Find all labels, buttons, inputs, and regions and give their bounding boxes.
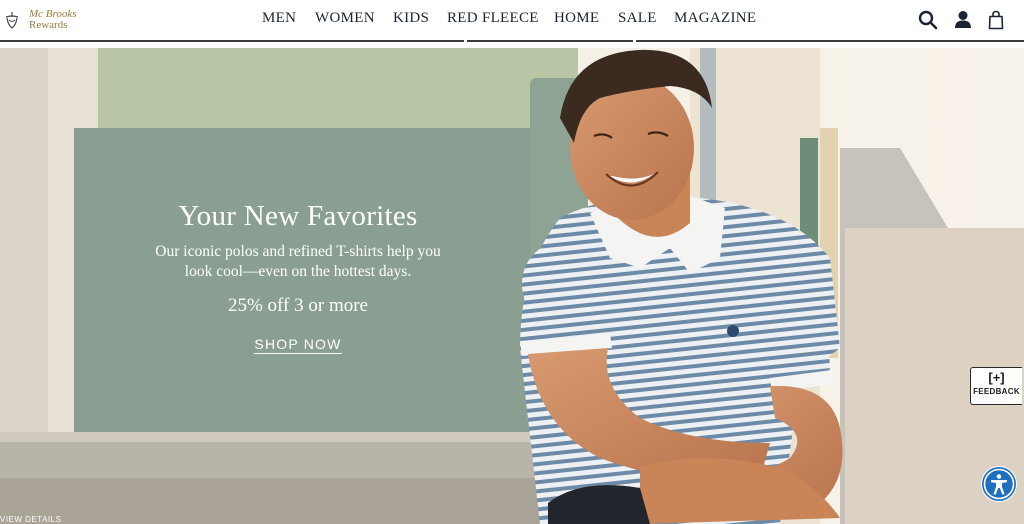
nav-item-men[interactable]: MEN [262, 10, 296, 27]
accessibility-button[interactable] [981, 466, 1017, 502]
hero-offer: 25% off 3 or more [227, 295, 368, 316]
rewards-logo[interactable]: Mc Brooks Rewards [2, 4, 92, 36]
header-divider-gap [633, 40, 636, 42]
feedback-label: FEEDBACK [973, 387, 1020, 396]
nav-item-sale[interactable]: SALE [618, 10, 657, 27]
feedback-plus-icon: [+] [988, 370, 1005, 385]
nav-item-red-fleece[interactable]: RED FLEECE [447, 10, 539, 27]
accessibility-icon [982, 467, 1016, 501]
hero-description: Our iconic polos and refined T-shirts he… [126, 242, 470, 282]
main-nav: MEN WOMEN KIDS RED FLEECE HOME SALE MAGA… [0, 0, 1024, 40]
view-details-link[interactable]: VIEW DETAILS [0, 515, 61, 524]
golden-fleece-icon [5, 12, 19, 29]
header-divider-gap [464, 40, 467, 42]
header-divider [0, 40, 1024, 42]
logo-line-2: Rewards [29, 19, 68, 31]
hero-copy: Your New Favorites Our iconic polos and … [126, 198, 470, 354]
nav-item-magazine[interactable]: MAGAZINE [674, 10, 756, 27]
hero-title: Your New Favorites [178, 200, 418, 232]
site-header: Mc Brooks Rewards MEN WOMEN KIDS RED FLE… [0, 0, 1024, 40]
nav-item-women[interactable]: WOMEN [315, 10, 375, 27]
feedback-tab[interactable]: [+] FEEDBACK [970, 367, 1022, 405]
hero-banner[interactable]: Your New Favorites Our iconic polos and … [0, 48, 1024, 524]
account-icon[interactable] [952, 9, 974, 31]
search-icon[interactable] [917, 9, 939, 31]
hero-description-line-2: look cool—even on the hottest days. [184, 263, 412, 280]
nav-item-kids[interactable]: KIDS [393, 10, 429, 27]
hero-description-line-1: Our iconic polos and refined T-shirts he… [155, 243, 441, 260]
shopping-bag-icon[interactable] [985, 9, 1007, 31]
nav-item-home[interactable]: HOME [554, 10, 599, 27]
shop-now-link[interactable]: SHOP NOW [254, 336, 342, 354]
logo-text: Mc Brooks Rewards [29, 9, 77, 31]
